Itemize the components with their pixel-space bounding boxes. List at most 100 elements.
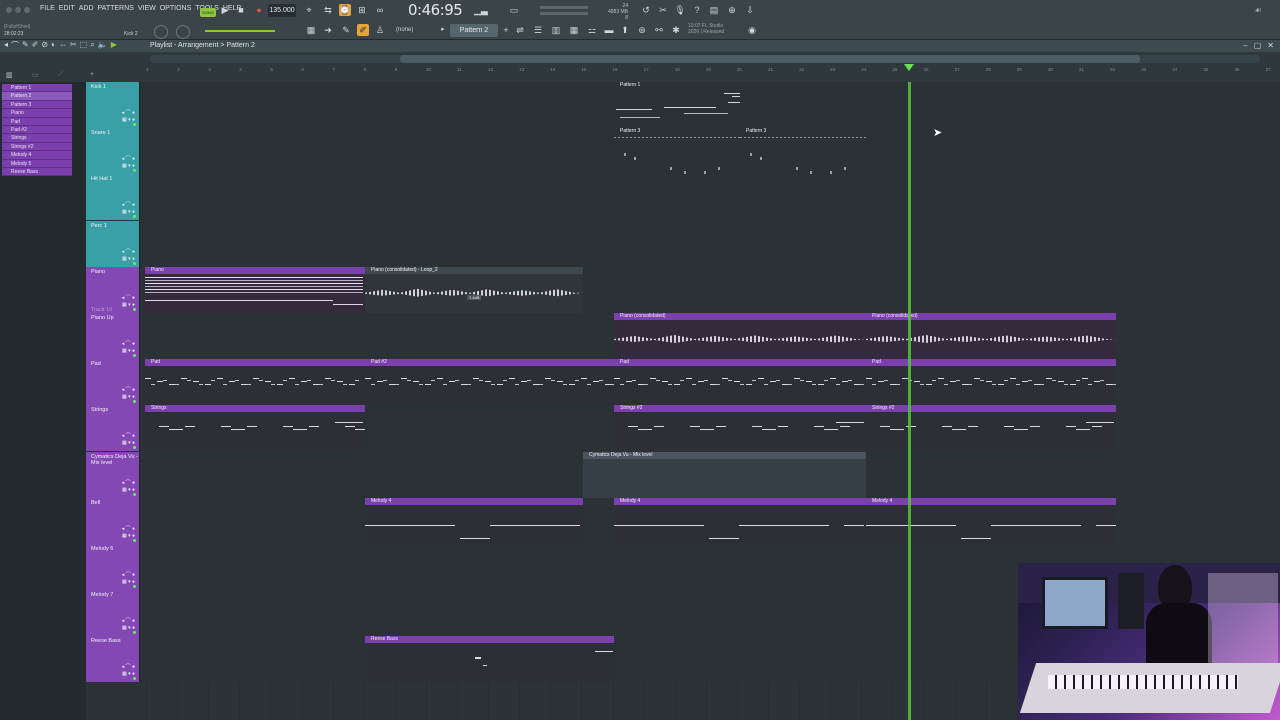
track-name[interactable]: Reese Bass [91,638,139,644]
track-name[interactable]: Perc 1 [91,223,139,229]
clip[interactable]: Piano (consolidated) - Loop_2 7.4dB [365,266,583,313]
clip-label[interactable]: Piano (consolidated) [614,313,866,320]
track-header[interactable]: Kick 1 ◂ ⌒ ● ▦ ▾ ● [86,82,140,128]
track-header[interactable]: Piano Up ◂ ⌒ ● ▦ ▾ ● [86,313,140,359]
track-lane[interactable] [142,220,1280,267]
track-name[interactable]: Snare 1 [91,130,139,136]
zoom-tool-icon[interactable]: ⌕ [90,40,94,51]
track-led[interactable] [133,169,136,173]
track-name[interactable]: Hit Hat 1 [91,176,139,182]
pencil-icon[interactable]: ✎ [340,24,352,36]
track-led[interactable] [133,538,136,542]
track-name[interactable]: Bell [91,500,139,506]
zoom-window-dot[interactable] [24,7,30,13]
clip-label[interactable]: Strings [145,405,365,413]
blend-notes-icon[interactable]: ⊞ [356,4,368,16]
minimize-icon[interactable]: – [1243,41,1247,50]
track-controls-icon[interactable]: ◂ ⌒ ● ▦ ▾ ● [122,618,135,632]
timeline-ruler[interactable]: ▥ ▭ ⟋ + 1 2 3 4 5 6 7 8 9 10 11 12 13 14 15 16 17 18 19 20 2… [0,52,1280,82]
track-controls-icon[interactable]: ◂ ⌒ ● ▦ ▾ ● [122,156,135,170]
track-led[interactable] [133,677,136,681]
clip-label[interactable]: Pad [866,359,1116,367]
picker-item[interactable]: Pattern 2 [2,92,72,101]
track-led[interactable] [133,492,136,496]
track-led[interactable] [133,307,136,311]
track-controls-icon[interactable]: ◂ ⌒ ● ▦ ▾ ● [122,387,135,401]
arrow-right-icon[interactable]: ➜ [322,24,334,36]
track-header[interactable]: Strings ◂ ⌒ ● ▦ ▾ ● [86,405,140,452]
track-lane[interactable]: Melody 4 Melody 4 Melody 4 [142,497,1280,544]
play-pattern-icon[interactable]: ▶ [111,40,117,51]
clip[interactable]: Strings #2 [614,405,866,452]
track-name[interactable]: Strings [91,407,139,413]
mixer-icon[interactable]: ⇌ [514,24,526,36]
track-header[interactable]: Hit Hat 1 ◂ ⌒ ● ▦ ▾ ● [86,174,140,221]
track-lane[interactable]: Strings Strings #2 Strings #2 [142,405,1280,452]
clip-label[interactable]: Pad [145,359,365,367]
clip-label[interactable]: Cymatics Deja Vu - Mix level [583,451,866,459]
picker-item[interactable]: Pattern 1 [2,84,72,93]
clip-label[interactable]: Pattern 1 [614,82,740,89]
scrollbar-thumb[interactable] [400,55,1140,63]
picker-item[interactable]: Pad #2 [2,125,72,135]
clip[interactable]: Cymatics Deja Vu - Mix level [583,451,866,498]
tempo-display[interactable]: 135.000 [268,4,296,17]
clip[interactable]: Pad [866,359,1116,406]
slip-tool-icon[interactable]: ⇔ [59,40,67,51]
link-icon[interactable]: ⚯ [653,24,665,36]
picker-audio-icon[interactable]: ▭ [32,71,39,79]
menu-edit[interactable]: EDIT [59,5,75,12]
clip[interactable]: Melody 4 [614,497,866,544]
clip-label[interactable]: Pattern 3 [614,128,740,136]
track-header[interactable]: Melody 7 ◂ ⌒ ● ▦ ▾ ● [86,590,140,637]
browser-icon[interactable]: ▤ [708,4,720,16]
track-lane[interactable] [142,174,1280,221]
track-controls-icon[interactable]: ◂ ⌒ ● ▦ ▾ ● [122,433,135,447]
slice-tool-icon[interactable]: ✂ [70,40,77,51]
clip[interactable]: Pattern 1 [614,82,740,128]
picker-item[interactable]: Melody 5 [2,159,72,168]
track-controls-icon[interactable]: ◂ ⌒ ● ▦ ▾ ● [122,341,135,355]
clip-label[interactable]: Melody 4 [866,497,1116,505]
select-tool-icon[interactable]: ⬚ [80,40,88,51]
clip[interactable]: Reese Bass [365,636,614,683]
menu-add[interactable]: ADD [79,5,94,12]
playlist-icon[interactable]: ▦ [568,24,580,36]
track-lane[interactable]: Pad Pad #2 Pad Pad [142,359,1280,406]
clip-label[interactable]: Melody 4 [614,497,866,505]
track-controls-icon[interactable]: ◂ ⌒ ● ▦ ▾ ● [122,480,135,494]
stop-icon[interactable]: ■ [235,4,247,16]
clip[interactable]: Strings [145,405,365,452]
undo-icon[interactable]: ↺ [640,4,652,16]
download-icon[interactable]: ⇩ [744,4,756,16]
track-header[interactable]: Melody 6 ◂ ⌒ ● ▦ ▾ ● [86,544,140,590]
horizontal-scrollbar[interactable] [150,55,1260,63]
record-icon[interactable]: ● [253,4,265,16]
song-position-clock[interactable]: 0:46:95 [408,1,463,19]
track-led[interactable] [133,354,136,357]
track-controls-icon[interactable]: ◂ ⌒ ● ▦ ▾ ● [122,526,135,540]
mute-tool-icon[interactable]: ◐ [51,40,56,51]
clip-label[interactable]: Reese Bass [365,636,614,644]
picker-item[interactable]: Reese Bass [2,167,72,177]
track-header[interactable]: Snare 1 ◂ ⌒ ● ▦ ▾ ● [86,128,140,175]
playback-tool-icon[interactable]: 🔈 [98,40,108,51]
microphone-icon[interactable]: 🎙 [674,4,686,16]
menu-file[interactable]: FILE [40,5,55,12]
clip[interactable]: Pattern 3 [740,128,866,175]
track-led[interactable] [133,123,136,126]
notes-icon[interactable]: ▬ [603,24,615,36]
track-name[interactable]: Cymatics Deja Vu - Mix level [91,454,139,466]
piano-roll-icon[interactable]: ▥ [550,24,562,36]
paint-tool-icon[interactable]: ✐ [32,40,39,51]
track-led[interactable] [133,585,136,588]
clip-label[interactable]: Pad [614,359,866,367]
master-pitch-knob[interactable] [176,25,190,39]
clip[interactable]: Strings #2 [866,405,1116,452]
metronome-icon[interactable]: ⌖ [303,4,315,16]
online-icon[interactable]: ◉ [746,24,758,36]
clip-label[interactable]: Piano (consolidated) [866,313,1116,320]
clip[interactable]: Pattern 3 [614,128,740,175]
paint-icon[interactable]: ✐ [357,24,369,36]
track-led[interactable] [133,400,136,404]
